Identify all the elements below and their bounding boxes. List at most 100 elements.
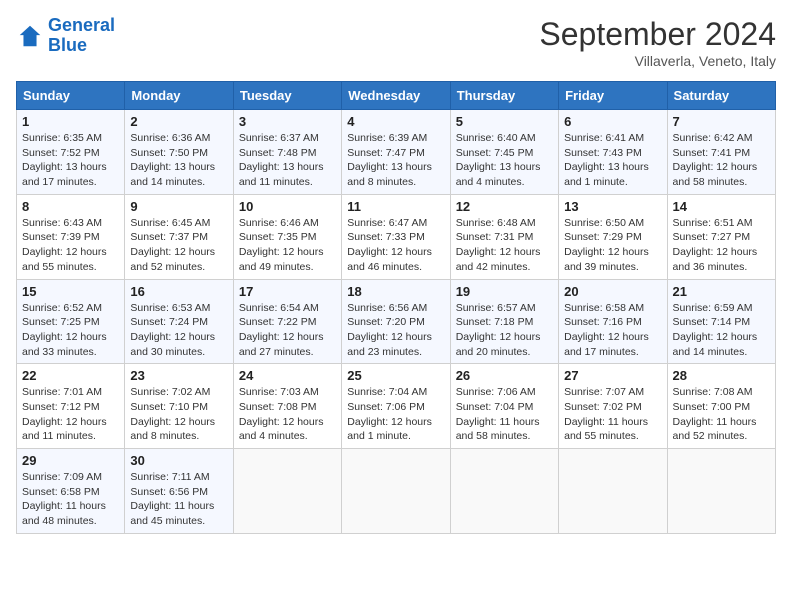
calendar-cell xyxy=(342,449,450,534)
calendar-cell: 16 Sunrise: 6:53 AMSunset: 7:24 PMDayligh… xyxy=(125,279,233,364)
logo-text: General Blue xyxy=(48,16,115,56)
day-number: 25 xyxy=(347,368,444,383)
weekday-header-thursday: Thursday xyxy=(450,82,558,110)
calendar-cell: 20Sunrise: 6:58 AMSunset: 7:16 PMDayligh… xyxy=(559,279,667,364)
day-info: Sunrise: 7:09 AMSunset: 6:58 PMDaylight:… xyxy=(22,470,119,529)
calendar-cell: 13 Sunrise: 6:50 AMSunset: 7:29 PMDayligh… xyxy=(559,194,667,279)
calendar-cell: 9 Sunrise: 6:45 AMSunset: 7:37 PMDaylight… xyxy=(125,194,233,279)
page-header: General Blue September 2024 Villaverla, … xyxy=(16,16,776,69)
day-info: Sunrise: 6:35 AMSunset: 7:52 PMDaylight:… xyxy=(22,131,119,190)
calendar-cell: 26 Sunrise: 7:06 AMSunset: 7:04 PMDayligh… xyxy=(450,364,558,449)
calendar-cell: 8Sunrise: 6:43 AMSunset: 7:39 PMDaylight… xyxy=(17,194,125,279)
day-number: 23 xyxy=(130,368,227,383)
calendar-cell: 14Sunrise: 6:51 AMSunset: 7:27 PMDayligh… xyxy=(667,194,775,279)
day-info: Sunrise: 6:45 AMSunset: 7:37 PMDaylight:… xyxy=(130,216,227,275)
calendar-cell: 29 Sunrise: 7:09 AMSunset: 6:58 PMDayligh… xyxy=(17,449,125,534)
calendar-cell: 25 Sunrise: 7:04 AMSunset: 7:06 PMDayligh… xyxy=(342,364,450,449)
day-number: 13 xyxy=(564,199,661,214)
day-number: 27 xyxy=(564,368,661,383)
day-number: 6 xyxy=(564,114,661,129)
day-info: Sunrise: 7:04 AMSunset: 7:06 PMDaylight:… xyxy=(347,385,444,444)
calendar-cell: 10Sunrise: 6:46 AMSunset: 7:35 PMDayligh… xyxy=(233,194,341,279)
calendar-cell: 18 Sunrise: 6:56 AMSunset: 7:20 PMDayligh… xyxy=(342,279,450,364)
calendar-week-row: 8Sunrise: 6:43 AMSunset: 7:39 PMDaylight… xyxy=(17,194,776,279)
day-info: Sunrise: 6:46 AMSunset: 7:35 PMDaylight:… xyxy=(239,216,336,275)
logo-icon xyxy=(16,22,44,50)
day-info: Sunrise: 7:03 AMSunset: 7:08 PMDaylight:… xyxy=(239,385,336,444)
day-info: Sunrise: 7:11 AMSunset: 6:56 PMDaylight:… xyxy=(130,470,227,529)
day-info: Sunrise: 6:58 AMSunset: 7:16 PMDaylight:… xyxy=(564,301,661,360)
logo-line2: Blue xyxy=(48,35,87,55)
day-number: 26 xyxy=(456,368,553,383)
day-info: Sunrise: 6:48 AMSunset: 7:31 PMDaylight:… xyxy=(456,216,553,275)
day-info: Sunrise: 6:59 AMSunset: 7:14 PMDaylight:… xyxy=(673,301,770,360)
day-number: 9 xyxy=(130,199,227,214)
day-number: 29 xyxy=(22,453,119,468)
day-number: 2 xyxy=(130,114,227,129)
calendar-cell: 22Sunrise: 7:01 AMSunset: 7:12 PMDayligh… xyxy=(17,364,125,449)
day-number: 24 xyxy=(239,368,336,383)
day-info: Sunrise: 6:39 AMSunset: 7:47 PMDaylight:… xyxy=(347,131,444,190)
weekday-header-wednesday: Wednesday xyxy=(342,82,450,110)
day-info: Sunrise: 6:37 AMSunset: 7:48 PMDaylight:… xyxy=(239,131,336,190)
day-info: Sunrise: 6:41 AMSunset: 7:43 PMDaylight:… xyxy=(564,131,661,190)
day-info: Sunrise: 7:02 AMSunset: 7:10 PMDaylight:… xyxy=(130,385,227,444)
day-number: 1 xyxy=(22,114,119,129)
title-block: September 2024 Villaverla, Veneto, Italy xyxy=(539,16,776,69)
calendar-cell: 23 Sunrise: 7:02 AMSunset: 7:10 PMDayligh… xyxy=(125,364,233,449)
calendar-cell: 1 Sunrise: 6:35 AMSunset: 7:52 PMDaylight… xyxy=(17,110,125,195)
weekday-header-sunday: Sunday xyxy=(17,82,125,110)
calendar-cell: 4Sunrise: 6:39 AMSunset: 7:47 PMDaylight… xyxy=(342,110,450,195)
calendar-cell xyxy=(450,449,558,534)
calendar-cell: 28Sunrise: 7:08 AMSunset: 7:00 PMDayligh… xyxy=(667,364,775,449)
day-number: 21 xyxy=(673,284,770,299)
calendar-cell: 19 Sunrise: 6:57 AMSunset: 7:18 PMDayligh… xyxy=(450,279,558,364)
calendar-table: SundayMondayTuesdayWednesdayThursdayFrid… xyxy=(16,81,776,534)
day-number: 11 xyxy=(347,199,444,214)
day-number: 18 xyxy=(347,284,444,299)
day-number: 7 xyxy=(673,114,770,129)
calendar-cell: 30 Sunrise: 7:11 AMSunset: 6:56 PMDayligh… xyxy=(125,449,233,534)
day-number: 19 xyxy=(456,284,553,299)
calendar-cell: 12 Sunrise: 6:48 AMSunset: 7:31 PMDayligh… xyxy=(450,194,558,279)
calendar-week-row: 29 Sunrise: 7:09 AMSunset: 6:58 PMDayligh… xyxy=(17,449,776,534)
month-title: September 2024 xyxy=(539,16,776,53)
day-info: Sunrise: 6:42 AMSunset: 7:41 PMDaylight:… xyxy=(673,131,770,190)
calendar-cell xyxy=(233,449,341,534)
calendar-cell: 5Sunrise: 6:40 AMSunset: 7:45 PMDaylight… xyxy=(450,110,558,195)
day-number: 17 xyxy=(239,284,336,299)
calendar-week-row: 1 Sunrise: 6:35 AMSunset: 7:52 PMDaylight… xyxy=(17,110,776,195)
day-info: Sunrise: 6:47 AMSunset: 7:33 PMDaylight:… xyxy=(347,216,444,275)
day-info: Sunrise: 6:52 AMSunset: 7:25 PMDaylight:… xyxy=(22,301,119,360)
day-number: 28 xyxy=(673,368,770,383)
day-info: Sunrise: 6:57 AMSunset: 7:18 PMDaylight:… xyxy=(456,301,553,360)
day-info: Sunrise: 7:06 AMSunset: 7:04 PMDaylight:… xyxy=(456,385,553,444)
calendar-cell: 6 Sunrise: 6:41 AMSunset: 7:43 PMDaylight… xyxy=(559,110,667,195)
logo-line1: General xyxy=(48,15,115,35)
logo: General Blue xyxy=(16,16,115,56)
calendar-week-row: 22Sunrise: 7:01 AMSunset: 7:12 PMDayligh… xyxy=(17,364,776,449)
day-info: Sunrise: 6:51 AMSunset: 7:27 PMDaylight:… xyxy=(673,216,770,275)
calendar-cell: 21 Sunrise: 6:59 AMSunset: 7:14 PMDayligh… xyxy=(667,279,775,364)
day-info: Sunrise: 6:36 AMSunset: 7:50 PMDaylight:… xyxy=(130,131,227,190)
day-info: Sunrise: 7:07 AMSunset: 7:02 PMDaylight:… xyxy=(564,385,661,444)
weekday-header-monday: Monday xyxy=(125,82,233,110)
day-number: 16 xyxy=(130,284,227,299)
calendar-cell: 15Sunrise: 6:52 AMSunset: 7:25 PMDayligh… xyxy=(17,279,125,364)
day-number: 12 xyxy=(456,199,553,214)
location: Villaverla, Veneto, Italy xyxy=(539,53,776,69)
calendar-cell: 24 Sunrise: 7:03 AMSunset: 7:08 PMDayligh… xyxy=(233,364,341,449)
day-info: Sunrise: 7:01 AMSunset: 7:12 PMDaylight:… xyxy=(22,385,119,444)
calendar-cell xyxy=(667,449,775,534)
calendar-week-row: 15Sunrise: 6:52 AMSunset: 7:25 PMDayligh… xyxy=(17,279,776,364)
day-info: Sunrise: 6:53 AMSunset: 7:24 PMDaylight:… xyxy=(130,301,227,360)
day-info: Sunrise: 6:40 AMSunset: 7:45 PMDaylight:… xyxy=(456,131,553,190)
day-number: 8 xyxy=(22,199,119,214)
calendar-cell: 17 Sunrise: 6:54 AMSunset: 7:22 PMDayligh… xyxy=(233,279,341,364)
calendar-cell: 3Sunrise: 6:37 AMSunset: 7:48 PMDaylight… xyxy=(233,110,341,195)
day-info: Sunrise: 6:56 AMSunset: 7:20 PMDaylight:… xyxy=(347,301,444,360)
day-info: Sunrise: 6:50 AMSunset: 7:29 PMDaylight:… xyxy=(564,216,661,275)
weekday-header-tuesday: Tuesday xyxy=(233,82,341,110)
day-number: 30 xyxy=(130,453,227,468)
day-info: Sunrise: 6:54 AMSunset: 7:22 PMDaylight:… xyxy=(239,301,336,360)
